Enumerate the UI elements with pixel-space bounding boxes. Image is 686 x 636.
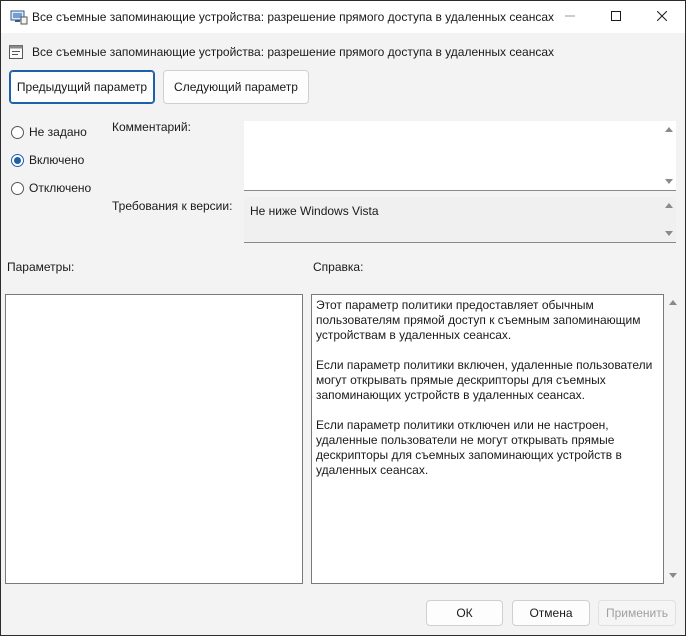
group-policy-app-icon: [10, 9, 28, 25]
radio-button-checked[interactable]: [11, 153, 24, 167]
scroll-down-icon[interactable]: [665, 179, 673, 184]
title-bar[interactable]: Все съемные запоминающие устройства: раз…: [1, 1, 685, 33]
help-scrollbar[interactable]: [666, 294, 680, 584]
comment-scrollbar[interactable]: [662, 121, 676, 190]
policy-header: Все съемные запоминающие устройства: раз…: [1, 33, 685, 67]
comment-textarea[interactable]: [244, 121, 676, 191]
help-paragraph: Этот параметр политики предоставляет обы…: [316, 298, 641, 342]
maximize-button[interactable]: [593, 1, 639, 33]
help-pane[interactable]: Этот параметр политики предоставляет обы…: [311, 294, 664, 584]
help-paragraph: Если параметр политики отключен или не н…: [316, 418, 622, 477]
version-requirements-value: Не ниже Windows Vista: [250, 204, 379, 218]
radio-not-configured[interactable]: Не задано: [11, 125, 87, 139]
radio-button[interactable]: [11, 181, 24, 195]
version-requirements-field: Не ниже Windows Vista: [244, 197, 676, 243]
previous-setting-button[interactable]: Предыдущий параметр: [9, 70, 155, 104]
radio-button[interactable]: [11, 125, 24, 139]
version-requirements-label: Требования к версии:: [112, 199, 233, 213]
radio-label: Включено: [29, 153, 85, 167]
window-title: Все съемные запоминающие устройства: раз…: [32, 10, 554, 24]
scroll-up-icon[interactable]: [665, 203, 673, 208]
ok-button[interactable]: ОК: [426, 600, 503, 626]
policy-dialog-window: Все съемные запоминающие устройства: раз…: [0, 0, 686, 636]
cancel-button[interactable]: Отмена: [512, 600, 590, 626]
close-icon: [656, 10, 668, 24]
parameters-label: Параметры:: [7, 260, 75, 274]
scroll-up-icon[interactable]: [665, 127, 673, 132]
next-setting-button[interactable]: Следующий параметр: [163, 70, 309, 104]
help-paragraph: Если параметр политики включен, удаленны…: [316, 358, 653, 402]
scroll-down-icon[interactable]: [669, 573, 677, 578]
radio-disabled[interactable]: Отключено: [11, 181, 91, 195]
close-button[interactable]: [639, 1, 685, 33]
policy-setting-icon: [8, 44, 24, 60]
radio-label: Отключено: [29, 181, 92, 195]
help-label: Справка:: [313, 260, 364, 274]
minimize-button[interactable]: [547, 1, 593, 33]
radio-enabled[interactable]: Включено: [11, 153, 84, 167]
maximize-icon: [611, 10, 621, 24]
minimize-icon: [565, 10, 575, 24]
scroll-down-icon[interactable]: [665, 231, 673, 236]
policy-title: Все съемные запоминающие устройства: раз…: [32, 45, 554, 59]
comment-label: Комментарий:: [112, 120, 191, 134]
version-scrollbar[interactable]: [662, 197, 676, 242]
scroll-up-icon[interactable]: [669, 300, 677, 305]
parameters-pane[interactable]: [5, 294, 303, 584]
radio-label: Не задано: [29, 125, 87, 139]
apply-button[interactable]: Применить: [598, 600, 676, 626]
